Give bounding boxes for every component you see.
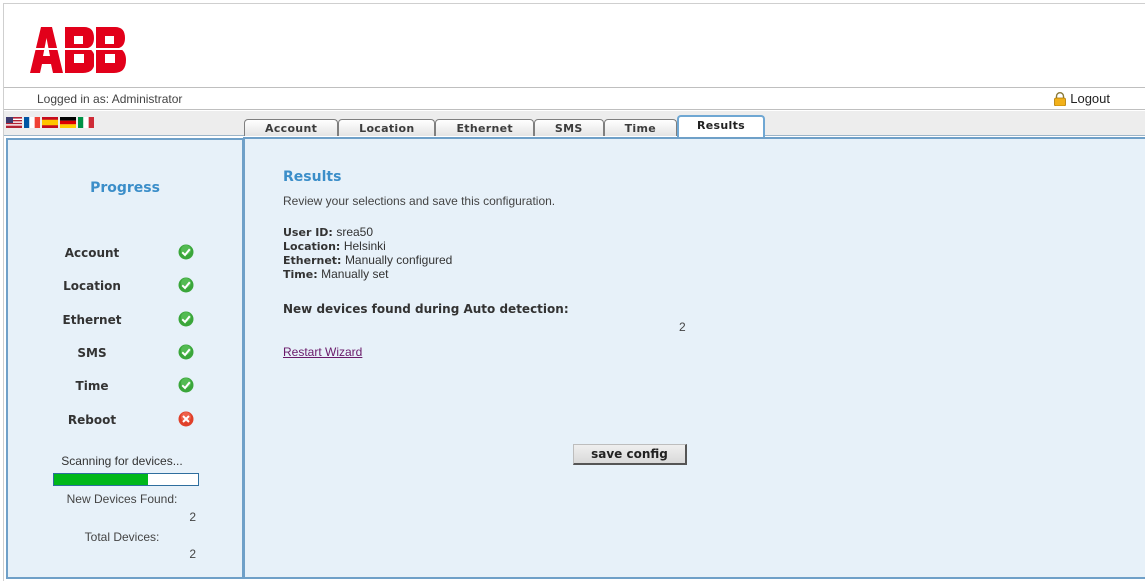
step-time: Time	[8, 377, 242, 397]
step-label: SMS	[77, 346, 107, 360]
new-devices-count: 2	[679, 320, 686, 334]
step-location: Location	[8, 277, 242, 297]
new-devices-heading: New devices found during Auto detection:	[283, 302, 569, 316]
scan-progress-fill	[54, 474, 148, 485]
step-label: Time	[75, 379, 109, 393]
scanning-status: Scanning for devices...	[61, 454, 183, 468]
save-config-button[interactable]: save config	[573, 444, 687, 465]
flag-es-icon[interactable]	[42, 117, 58, 128]
flag-us-icon[interactable]	[6, 117, 22, 128]
flag-de-icon[interactable]	[60, 117, 76, 128]
flag-fr-icon[interactable]	[24, 117, 40, 128]
step-ethernet: Ethernet	[8, 311, 242, 331]
tab-time[interactable]: Time	[603, 119, 678, 136]
step-reboot: Reboot	[8, 411, 242, 431]
tab-sms[interactable]: SMS	[533, 119, 604, 136]
check-icon	[178, 344, 194, 360]
abb-logo	[30, 27, 126, 73]
field-label: Ethernet:	[283, 254, 342, 267]
results-panel: Results Review your selections and save …	[243, 137, 1145, 579]
total-devices-label: Total Devices:	[84, 530, 160, 544]
field-user-id: User ID: srea50	[283, 225, 373, 239]
restart-wizard-link[interactable]: Restart Wizard	[283, 345, 362, 359]
step-account: Account	[8, 244, 242, 264]
tabs-bar: Account Location Ethernet SMS Time Resul…	[4, 111, 1145, 137]
progress-panel: Progress Account Location Ethernet SMS T…	[6, 138, 244, 579]
progress-title: Progress	[90, 180, 160, 196]
step-label: Reboot	[67, 413, 117, 427]
field-location: Location: Helsinki	[283, 239, 386, 253]
language-flags	[6, 117, 94, 128]
check-icon	[178, 311, 194, 327]
field-value: Helsinki	[343, 239, 386, 253]
tab-results[interactable]: Results	[677, 115, 766, 137]
field-ethernet: Ethernet: Manually configured	[283, 253, 452, 267]
new-devices-value: 2	[189, 510, 196, 524]
logout-label: Logout	[1070, 91, 1110, 106]
field-label: User ID:	[283, 226, 333, 239]
lock-icon	[1054, 91, 1067, 106]
check-icon	[178, 377, 194, 393]
error-icon	[178, 411, 194, 427]
tab-account[interactable]: Account	[244, 119, 339, 136]
results-title: Results	[283, 169, 342, 185]
step-label: Account	[64, 246, 120, 260]
total-devices-value: 2	[189, 547, 196, 561]
field-time: Time: Manually set	[283, 267, 388, 281]
field-value: srea50	[336, 225, 374, 239]
check-icon	[178, 244, 194, 260]
flag-it-icon[interactable]	[78, 117, 94, 128]
field-label: Location:	[283, 240, 341, 253]
tab-location[interactable]: Location	[338, 119, 436, 136]
new-devices-label: New Devices Found:	[66, 492, 178, 506]
field-value: Manually configured	[344, 253, 453, 267]
login-bar: Logged in as: Administrator Logout	[4, 89, 1145, 110]
step-sms: SMS	[8, 344, 242, 364]
field-value: Manually set	[321, 267, 389, 281]
scan-progress-bar	[53, 473, 199, 486]
logged-in-text: Logged in as: Administrator	[37, 92, 183, 106]
header	[4, 4, 1145, 88]
step-label: Ethernet	[62, 313, 122, 327]
step-label: Location	[63, 279, 121, 293]
results-subtitle: Review your selections and save this con…	[283, 194, 556, 208]
logout-button[interactable]: Logout	[1053, 91, 1110, 106]
tab-ethernet[interactable]: Ethernet	[435, 119, 534, 136]
wizard-tabs: Account Location Ethernet SMS Time Resul…	[244, 115, 766, 137]
check-icon	[178, 277, 194, 293]
field-label: Time:	[283, 268, 318, 281]
